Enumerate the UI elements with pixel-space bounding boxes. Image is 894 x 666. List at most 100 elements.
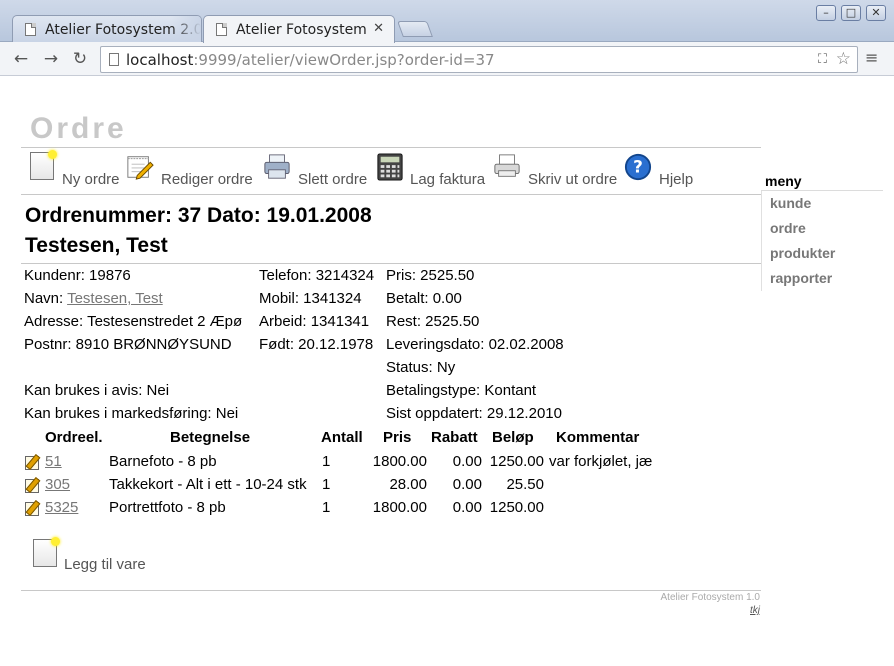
printer-delete-icon: [264, 154, 290, 179]
customer-born: Født: 20.12.1978: [259, 336, 374, 353]
payment-info: Pris: 2525.50 Betalt: 0.00 Rest: 2525.50…: [386, 264, 564, 425]
add-item-label: Legg til vare: [64, 556, 146, 573]
order-customer-name: Testesen, Test: [25, 234, 168, 257]
column-header-discount: Rabatt: [431, 429, 478, 446]
order-line-price: 1800.00: [372, 499, 427, 516]
footer-link[interactable]: tkj: [750, 605, 760, 616]
column-header-qty: Antall: [321, 429, 363, 446]
order-number-date: Ordrenummer: 37 Dato: 19.01.2008: [25, 204, 372, 227]
page-icon: [109, 53, 119, 66]
page-title: Ordre: [30, 112, 127, 145]
browser-toolbar: ← → ↻ localhost:9999/atelier/viewOrder.j…: [0, 42, 894, 76]
order-last-updated: Sist oppdatert: 29.12.2010: [386, 405, 562, 422]
divider: [21, 147, 761, 148]
order-line-discount: 0.00: [452, 499, 482, 516]
menu-item-rapporter[interactable]: rapporter: [761, 266, 883, 291]
customer-work: Arbeid: 1341341: [259, 313, 370, 330]
print-order-button[interactable]: Skriv ut ordre: [493, 152, 623, 188]
order-line-amount: 1250.00: [489, 499, 544, 516]
tab-close-icon[interactable]: ✕: [373, 21, 384, 36]
help-button[interactable]: ? Hjelp: [624, 152, 696, 188]
edit-icon[interactable]: [25, 456, 39, 470]
menu-item-kunde[interactable]: kunde: [761, 191, 883, 216]
contact-info: Telefon: 3214324 Mobil: 1341324 Arbeid: …: [259, 264, 374, 356]
order-payment-type: Betalingstype: Kontant: [386, 382, 537, 399]
back-arrow-icon[interactable]: ←: [10, 48, 32, 70]
tab-active[interactable]: Atelier Fotosystem ✕: [203, 15, 395, 43]
reload-icon[interactable]: ↻: [69, 48, 91, 70]
page-favicon-icon: [216, 23, 227, 36]
delete-order-label: Slett ordre: [298, 171, 368, 188]
order-paid: Betalt: 0.00: [386, 290, 462, 307]
order-line-link[interactable]: 51: [45, 453, 62, 470]
customer-info: Kundenr: 19876 Navn: Testesen, Test Adre…: [24, 264, 242, 356]
new-tab-button[interactable]: [397, 21, 433, 37]
edit-icon[interactable]: [25, 502, 39, 516]
window-minimize-button[interactable]: –: [816, 5, 836, 21]
menu-item-produkter[interactable]: produkter: [761, 241, 883, 266]
bookmark-star-icon[interactable]: ☆: [836, 49, 851, 69]
printer-icon: [494, 154, 520, 177]
table-row: 5325 Portrettfoto - 8 pb 1 1800.00 0.00 …: [0, 499, 760, 522]
customer-name-link[interactable]: Testesen, Test: [67, 290, 163, 307]
order-price: Pris: 2525.50: [386, 267, 475, 284]
column-header-name: Betegnelse: [170, 429, 251, 446]
column-header-comment: Kommentar: [556, 429, 640, 446]
help-label: Hjelp: [659, 171, 694, 188]
url-host: localhost: [126, 51, 194, 69]
order-line-qty: 1: [322, 453, 331, 470]
forward-arrow-icon[interactable]: →: [40, 48, 62, 70]
customer-name-row: Navn: Testesen, Test: [24, 287, 242, 310]
tab-title: Atelier Fotosystem: [236, 22, 367, 38]
order-line-link[interactable]: 305: [45, 476, 70, 493]
newspaper-permission: Kan brukes i avis: Nei: [24, 382, 170, 399]
customer-postal: Postnr: 8910 BRØNNØYSUND: [24, 336, 232, 353]
edit-order-button[interactable]: Rediger ordre: [126, 152, 262, 188]
divider: [21, 590, 761, 591]
order-line-qty: 1: [322, 476, 331, 493]
order-line-name: Barnefoto - 8 pb: [109, 453, 217, 470]
browser-menu-icon[interactable]: ≡: [865, 50, 879, 66]
edit-icon[interactable]: [25, 479, 39, 493]
delete-order-button[interactable]: Slett ordre: [263, 152, 375, 188]
order-line-amount: 1250.00: [489, 453, 544, 470]
browser-titlebar: Atelier Fotosystem 2.0 Atelier Fotosyste…: [0, 0, 894, 43]
marketing-permission: Kan brukes i markedsføring: Nei: [24, 405, 239, 422]
new-document-icon: [30, 150, 57, 180]
address-bar[interactable]: localhost:9999/atelier/viewOrder.jsp?ord…: [100, 46, 858, 73]
window-maximize-button[interactable]: □: [841, 5, 861, 21]
customer-number: Kundenr: 19876: [24, 267, 131, 284]
customer-phone: Telefon: 3214324: [259, 267, 375, 284]
page-content: Ordre Ny ordre Rediger ordre Slett ordre: [0, 77, 894, 666]
order-line-discount: 0.00: [452, 476, 482, 493]
add-item-button[interactable]: Legg til vare: [33, 537, 153, 575]
tab-inactive[interactable]: Atelier Fotosystem 2.0: [12, 15, 202, 42]
window-close-button[interactable]: ✕: [866, 5, 886, 21]
url-text[interactable]: localhost:9999/atelier/viewOrder.jsp?ord…: [126, 51, 495, 69]
menu-item-ordre[interactable]: ordre: [761, 216, 883, 241]
column-header-price: Pris: [383, 429, 412, 446]
new-order-label: Ny ordre: [62, 171, 120, 188]
order-line-comment: var forkjølet, jæ: [549, 453, 653, 470]
order-line-link[interactable]: 5325: [45, 499, 78, 516]
calculator-icon: [377, 153, 403, 181]
help-icon: ?: [624, 153, 652, 181]
order-line-name: Portrettfoto - 8 pb: [109, 499, 226, 516]
order-remaining: Rest: 2525.50: [386, 313, 480, 330]
footer-brand: Atelier Fotosystem 1.0: [660, 592, 760, 603]
new-order-button[interactable]: Ny ordre: [29, 150, 125, 188]
table-row: 305 Takkekort - Alt i ett - 10-24 stk 1 …: [0, 476, 760, 499]
permissions-info: Kan brukes i avis: Nei Kan brukes i mark…: [24, 379, 238, 425]
edit-order-label: Rediger ordre: [161, 171, 253, 188]
column-header-id: Ordreel.: [45, 429, 103, 446]
order-line-qty: 1: [322, 499, 331, 516]
make-invoice-button[interactable]: Lag faktura: [376, 152, 492, 188]
svg-text:?: ?: [633, 157, 643, 177]
order-line-discount: 0.00: [452, 453, 482, 470]
order-line-name: Takkekort - Alt i ett - 10-24 stk: [109, 476, 307, 493]
translate-icon[interactable]: ⛶: [818, 52, 827, 67]
order-line-amount: 25.50: [506, 476, 544, 493]
tab-fade: [171, 16, 201, 42]
table-row: 51 Barnefoto - 8 pb 1 1800.00 0.00 1250.…: [0, 453, 760, 476]
make-invoice-label: Lag faktura: [410, 171, 486, 188]
